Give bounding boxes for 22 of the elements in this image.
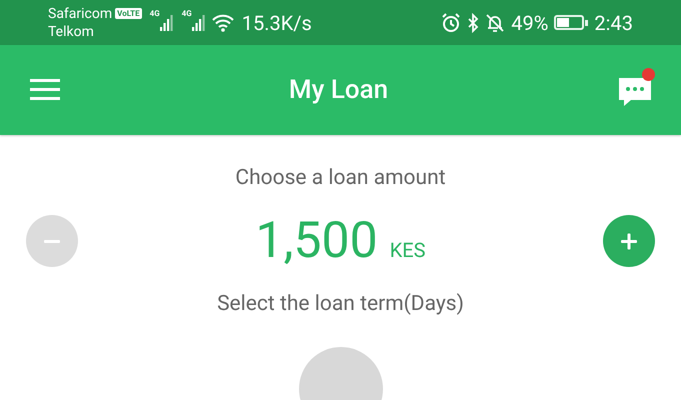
currency: KES [390, 238, 426, 262]
loan-amount: 1,500 [255, 212, 378, 270]
network-type: 4G [182, 8, 192, 18]
network-speed: 15.3K/s [242, 10, 312, 34]
carrier-name: Safaricom [48, 4, 112, 22]
alarm-icon [441, 12, 462, 32]
carrier-name: Telkom [48, 22, 95, 40]
menu-icon[interactable] [30, 79, 60, 101]
page-title: My Loan [288, 75, 388, 105]
muted-bell-icon [485, 12, 506, 32]
signal-icon [192, 14, 206, 30]
battery-percent: 49% [511, 10, 548, 34]
volte-badge: VoLTE [115, 8, 142, 19]
amount-prompt: Choose a loan amount [235, 166, 446, 190]
term-prompt: Select the loan term(Days) [217, 292, 464, 316]
clock: 2:43 [594, 10, 633, 34]
network-type: 4G [150, 8, 160, 18]
signal-icon [160, 14, 174, 30]
minus-icon [44, 240, 60, 242]
bluetooth-icon [467, 12, 480, 32]
plus-icon [618, 230, 639, 252]
wifi-icon [212, 14, 234, 32]
